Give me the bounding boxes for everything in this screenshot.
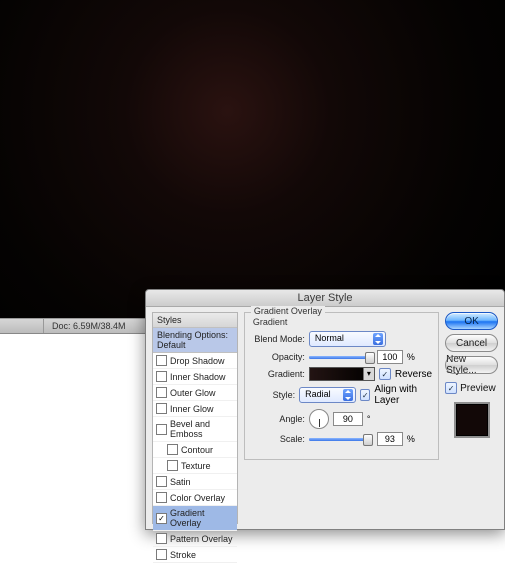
preview-label: Preview <box>460 383 496 394</box>
sidebar-item-stroke[interactable]: Stroke <box>153 547 237 563</box>
sidebar-item-bevel-and-emboss[interactable]: Bevel and Emboss <box>153 417 237 442</box>
checkbox[interactable] <box>156 549 167 560</box>
new-style-button[interactable]: New Style... <box>445 356 498 374</box>
dropdown-caret-icon <box>373 333 383 345</box>
sidebar-item-label: Contour <box>181 445 213 455</box>
document-canvas <box>0 0 505 318</box>
angle-dial[interactable] <box>309 409 329 429</box>
sidebar-item-pattern-overlay[interactable]: Pattern Overlay <box>153 531 237 547</box>
gradient-picker[interactable]: ▾ <box>309 367 375 381</box>
align-checkbox[interactable]: ✓ <box>360 389 370 401</box>
ok-button[interactable]: OK <box>445 312 498 330</box>
style-label: Style: <box>251 390 295 400</box>
sidebar-item-label: Outer Glow <box>170 388 216 398</box>
scale-input[interactable]: 93 <box>377 432 403 446</box>
group-legend: Gradient Overlay <box>251 306 325 316</box>
sidebar-item-satin[interactable]: Satin <box>153 474 237 490</box>
sidebar-item-outer-glow[interactable]: Outer Glow <box>153 385 237 401</box>
preview-swatch <box>454 402 490 438</box>
sidebar-item-label: Texture <box>181 461 211 471</box>
sidebar-item-label: Inner Glow <box>170 404 214 414</box>
angle-label: Angle: <box>251 414 305 424</box>
effects-sidebar: Styles Blending Options: Default Drop Sh… <box>152 312 238 524</box>
sidebar-item-label: Bevel and Emboss <box>170 419 234 439</box>
checkbox[interactable] <box>156 533 167 544</box>
sidebar-item-label: Color Overlay <box>170 493 225 503</box>
checkbox[interactable] <box>167 444 178 455</box>
checkbox[interactable] <box>167 460 178 471</box>
checkbox[interactable] <box>156 424 167 435</box>
blend-mode-select[interactable]: Normal <box>309 331 386 347</box>
angle-input[interactable]: 90 <box>333 412 363 426</box>
preview-checkbox[interactable]: ✓ <box>445 382 457 394</box>
inner-legend: Gradient <box>253 317 432 327</box>
sidebar-item-label: Stroke <box>170 550 196 560</box>
checkbox[interactable] <box>156 371 167 382</box>
doc-size: Doc: 6.59M/38.4M <box>44 321 134 331</box>
checkbox[interactable]: ✓ <box>156 513 167 524</box>
pct-label: % <box>407 434 415 444</box>
sidebar-blending-options[interactable]: Blending Options: Default <box>153 328 237 353</box>
dialog-title: Layer Style <box>146 290 504 307</box>
dropdown-caret-icon <box>343 389 353 401</box>
sidebar-item-label: Inner Shadow <box>170 372 226 382</box>
gradient-caret-icon: ▾ <box>363 368 374 380</box>
pct-label: % <box>407 352 415 362</box>
sidebar-item-label: Gradient Overlay <box>170 508 234 528</box>
sidebar-header-styles[interactable]: Styles <box>153 313 237 328</box>
blend-mode-label: Blend Mode: <box>251 334 305 344</box>
sidebar-item-drop-shadow[interactable]: Drop Shadow <box>153 353 237 369</box>
checkbox[interactable] <box>156 403 167 414</box>
gradient-overlay-group: Gradient Overlay Gradient Blend Mode: No… <box>244 312 439 460</box>
gradient-label: Gradient: <box>251 369 305 379</box>
style-value: Radial <box>305 389 331 399</box>
deg-label: ° <box>367 414 371 424</box>
blend-mode-value: Normal <box>315 333 344 343</box>
opacity-slider[interactable] <box>309 354 373 360</box>
dialog-buttons: OK Cancel New Style... ✓ Preview <box>445 312 498 524</box>
sidebar-item-contour[interactable]: Contour <box>153 442 237 458</box>
checkbox[interactable] <box>156 355 167 366</box>
align-label: Align with Layer <box>374 384 432 406</box>
sidebar-item-label: Pattern Overlay <box>170 534 233 544</box>
checkbox[interactable] <box>156 492 167 503</box>
settings-panel: Gradient Overlay Gradient Blend Mode: No… <box>244 312 439 524</box>
sidebar-item-gradient-overlay[interactable]: ✓Gradient Overlay <box>153 506 237 531</box>
sidebar-item-texture[interactable]: Texture <box>153 458 237 474</box>
reverse-checkbox[interactable]: ✓ <box>379 368 391 380</box>
opacity-label: Opacity: <box>251 352 305 362</box>
layer-style-dialog: Layer Style Styles Blending Options: Def… <box>145 289 505 530</box>
reverse-label: Reverse <box>395 369 432 380</box>
scale-slider[interactable] <box>309 436 373 442</box>
sidebar-item-color-overlay[interactable]: Color Overlay <box>153 490 237 506</box>
checkbox[interactable] <box>156 476 167 487</box>
style-select[interactable]: Radial <box>299 387 356 403</box>
sidebar-item-inner-glow[interactable]: Inner Glow <box>153 401 237 417</box>
sidebar-item-label: Satin <box>170 477 191 487</box>
sidebar-item-inner-shadow[interactable]: Inner Shadow <box>153 369 237 385</box>
opacity-input[interactable]: 100 <box>377 350 403 364</box>
cancel-button[interactable]: Cancel <box>445 334 498 352</box>
checkbox[interactable] <box>156 387 167 398</box>
scale-label: Scale: <box>251 434 305 444</box>
sidebar-item-label: Drop Shadow <box>170 356 225 366</box>
